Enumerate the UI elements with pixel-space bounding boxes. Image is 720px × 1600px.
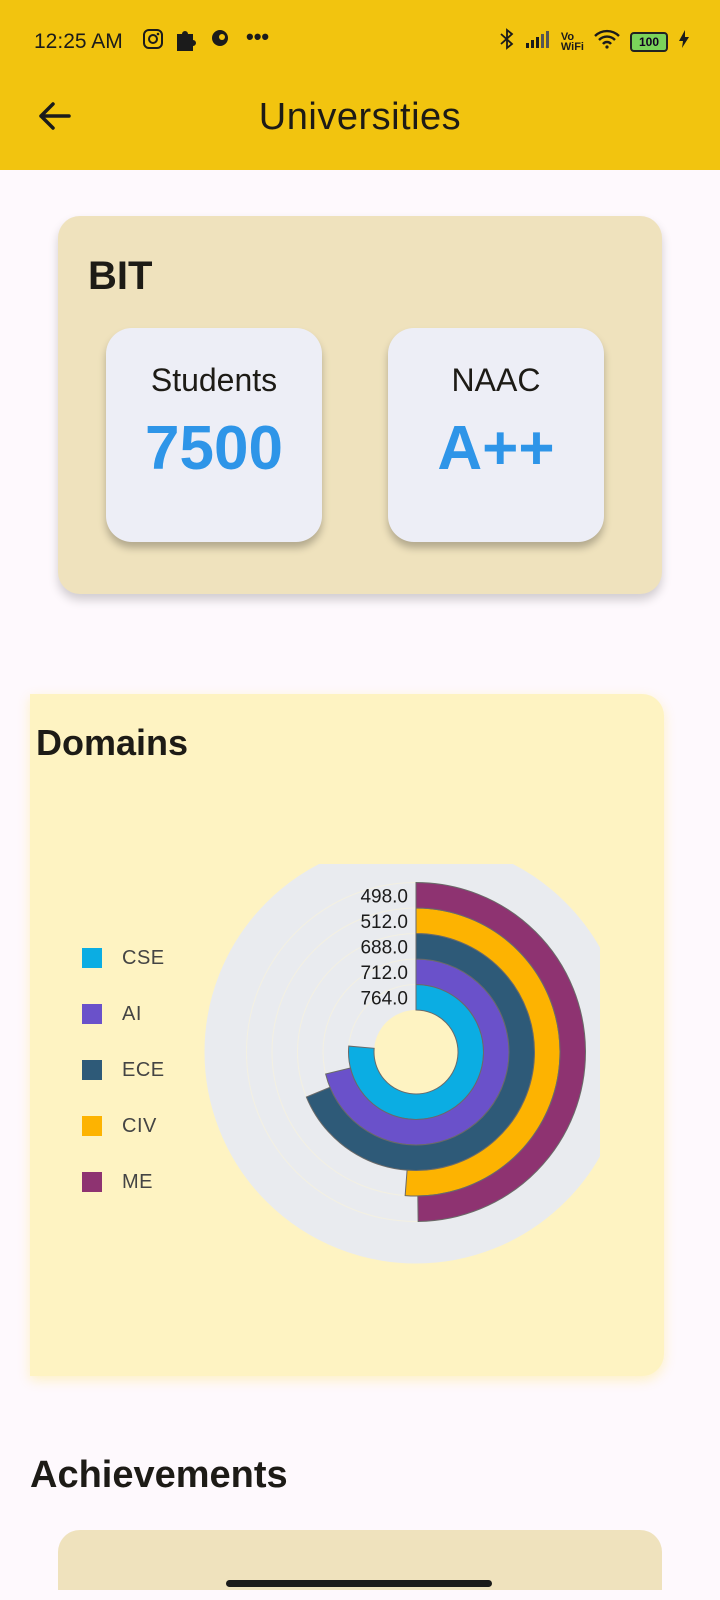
legend-swatch xyxy=(82,1172,102,1192)
domains-title: Domains xyxy=(36,722,189,763)
charging-icon xyxy=(678,29,690,55)
data-label-me: 498.0 xyxy=(360,886,408,907)
legend-item[interactable]: ME xyxy=(82,1154,165,1210)
domains-card: Domains CSE AI ECE CIV ME 764.0 712.0 688.… xyxy=(30,694,664,1376)
instagram-icon xyxy=(142,28,164,56)
legend-swatch xyxy=(82,1004,102,1024)
legend-swatch xyxy=(82,1060,102,1080)
legend-item[interactable]: CIV xyxy=(82,1098,165,1154)
status-bar: 12:25 AM ••• Vo WiFi 100 xyxy=(0,22,720,62)
naac-stat-card: NAAC A++ xyxy=(388,328,604,542)
app-bar: 12:25 AM ••• Vo WiFi 100 Universities xyxy=(0,0,720,170)
students-stat-card: Students 7500 xyxy=(106,328,322,542)
legend-item[interactable]: ECE xyxy=(82,1042,165,1098)
data-label-ai: 712.0 xyxy=(360,963,408,984)
bluetooth-icon xyxy=(499,28,515,56)
signal-icon xyxy=(525,29,551,55)
legend-label: CSE xyxy=(122,946,165,969)
vowifi-icon: Vo WiFi xyxy=(560,31,584,53)
legend-label: AI xyxy=(122,1002,142,1025)
achievements-title: Achievements xyxy=(30,1454,288,1496)
legend-swatch xyxy=(82,1116,102,1136)
more-notifications-icon: ••• xyxy=(246,24,270,49)
legend-item[interactable]: AI xyxy=(82,986,165,1042)
legend-label: ECE xyxy=(122,1058,165,1081)
naac-value: A++ xyxy=(437,414,555,483)
app-notification-icon xyxy=(210,28,230,54)
legend-label: CIV xyxy=(122,1114,157,1137)
students-value: 7500 xyxy=(145,414,283,483)
puzzle-icon xyxy=(174,28,196,58)
naac-label: NAAC xyxy=(451,362,541,398)
status-time: 12:25 AM xyxy=(34,30,123,53)
chart-legend: CSE AI ECE CIV ME xyxy=(82,930,165,1210)
status-icons: Vo WiFi 100 xyxy=(499,28,690,56)
domains-radial-chart: 764.0 712.0 688.0 512.0 498.0 xyxy=(204,864,600,1264)
university-card: BIT Students 7500 NAAC A++ xyxy=(58,216,662,594)
data-label-ece: 688.0 xyxy=(360,937,408,958)
legend-swatch xyxy=(82,948,102,968)
data-label-civ: 512.0 xyxy=(360,912,408,933)
page-title: Universities xyxy=(258,96,462,138)
data-label-cse: 764.0 xyxy=(360,988,408,1009)
legend-item[interactable]: CSE xyxy=(82,930,165,986)
battery-icon: 100 xyxy=(630,32,668,52)
wifi-icon xyxy=(594,29,620,55)
students-label: Students xyxy=(150,362,278,398)
university-name: BIT xyxy=(88,254,153,298)
home-indicator[interactable] xyxy=(226,1580,492,1587)
legend-label: ME xyxy=(122,1170,153,1193)
